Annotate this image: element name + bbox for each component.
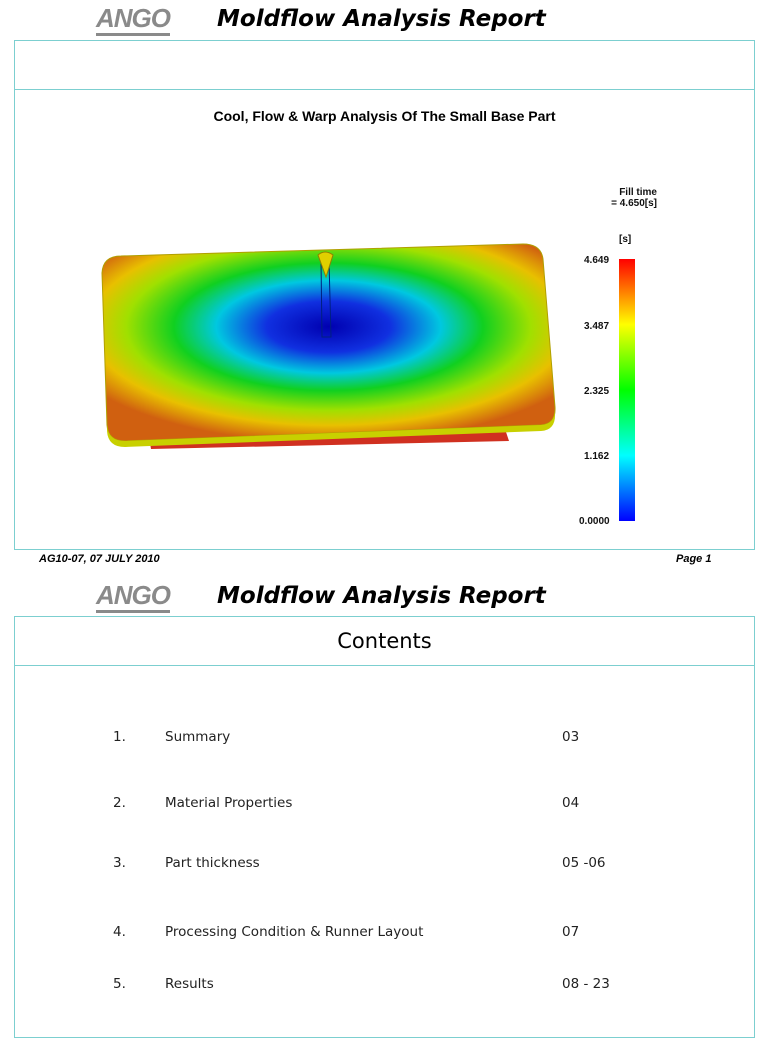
toc-page: 08 - 23	[562, 976, 610, 992]
toc-label[interactable]: Part thickness	[165, 855, 260, 871]
contents-title: Contents	[337, 629, 432, 653]
toc-number: 2.	[113, 795, 126, 811]
toc-page: 07	[562, 924, 580, 940]
legend-unit: [s]	[619, 234, 632, 245]
toc-page: 05 -06	[562, 855, 606, 871]
toc-label[interactable]: Results	[165, 976, 214, 992]
toc-number: 4.	[113, 924, 126, 940]
legend-color-bar	[619, 259, 635, 521]
toc-number: 1.	[113, 729, 126, 745]
ango-logo: ANGO	[96, 3, 171, 36]
toc-label[interactable]: Summary	[165, 729, 230, 745]
toc-label[interactable]: Material Properties	[165, 795, 292, 811]
footer-doc-id: AG10-07, 07 JULY 2010	[39, 553, 160, 565]
page1-frame: Cool, Flow & Warp Analysis Of The Small …	[14, 40, 755, 550]
report-title: Moldflow Analysis Report	[217, 583, 546, 609]
toc-number: 3.	[113, 855, 126, 871]
ango-logo: ANGO	[96, 580, 171, 613]
frame-divider	[15, 665, 754, 666]
fill-time-plot	[101, 243, 635, 521]
legend-title: Fill time = 4.650[s]	[611, 187, 657, 209]
legend-tick: 0.0000	[579, 516, 610, 527]
page2-frame: Contents	[14, 616, 755, 1038]
toc-page: 04	[562, 795, 580, 811]
toc-number: 5.	[113, 976, 126, 992]
footer-page-number: Page 1	[676, 553, 712, 565]
toc-label[interactable]: Processing Condition & Runner Layout	[165, 924, 423, 940]
report-title: Moldflow Analysis Report	[217, 6, 546, 32]
toc-page: 03	[562, 729, 580, 745]
legend-tick: 1.162	[584, 451, 610, 462]
legend-tick: 2.325	[584, 386, 610, 397]
part-surface	[101, 243, 556, 442]
legend-tick: 3.487	[584, 321, 610, 332]
legend-tick: 4.649	[584, 255, 610, 266]
